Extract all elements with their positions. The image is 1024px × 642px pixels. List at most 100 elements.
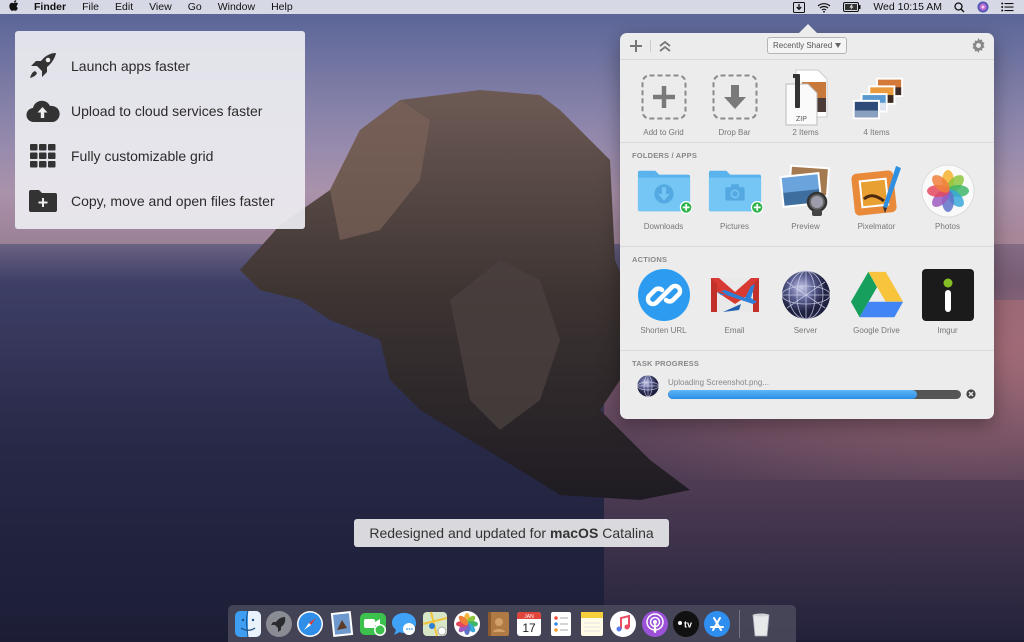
battery-icon[interactable] [843,1,861,13]
item-label: Shorten URL [640,326,687,335]
dock-trash[interactable] [746,608,777,639]
photos-icon [453,610,480,637]
grid-icon [15,143,71,168]
dock-maps[interactable] [420,608,451,639]
app-photos[interactable]: Photos [912,163,983,234]
notes-icon [580,611,603,636]
add-button[interactable] [630,40,642,52]
calendar-icon: JAN17 [517,611,542,636]
contacts-icon [488,611,510,636]
preview-app-icon [778,163,834,219]
action-imgur[interactable]: Imgur [912,267,983,338]
task-progress-fill [668,390,918,399]
app-store-icon [704,610,731,637]
dock-finder[interactable] [232,608,263,639]
caption-bold: macOS [550,525,599,541]
settings-gear-button[interactable] [971,38,986,53]
dock-podcasts[interactable] [639,608,670,639]
drop-bar-button[interactable]: Drop Bar [699,69,770,140]
server-globe-icon [778,267,834,323]
finder-icon [234,610,261,637]
dropzone-popover: Recently Shared Add to Grid Drop Bar ZIP… [620,24,994,419]
feature-launch-apps: Launch apps faster [15,43,305,88]
rocket-icon [15,52,71,80]
feature-text: Copy, move and open files faster [71,192,275,209]
spotlight-icon[interactable] [954,1,965,13]
drop-bar-icon [707,69,763,125]
menu-help[interactable]: Help [263,1,301,13]
item-label: 2 Items [792,128,819,137]
task-progress-bar [668,390,961,399]
dock-reminders[interactable] [545,608,576,639]
action-shorten-url[interactable]: Shorten URL [628,267,699,338]
task-row: Uploading Screenshot.png... [620,371,994,404]
item-label: 4 Items [863,128,890,137]
menu-file[interactable]: File [74,1,107,13]
siri-icon[interactable] [977,1,989,13]
caption-prefix: Redesigned and updated for [369,525,547,541]
menu-app-finder[interactable]: Finder [28,1,74,13]
add-to-grid-icon [636,69,692,125]
dropzone-icon[interactable] [793,1,806,13]
feature-text: Upload to cloud services faster [71,102,263,119]
action-google-drive[interactable]: Google Drive [841,267,912,338]
recently-shared-dropdown[interactable]: Recently Shared [767,37,848,54]
launchpad-icon [265,610,292,637]
caption-banner: Redesigned and updated for macOS Catalin… [354,519,669,547]
email-icon [707,267,763,323]
tv-label: tv [684,619,692,629]
toolbar-divider [650,40,651,52]
task-progress-section: TASK PROGRESS Uploading Screenshot.png..… [620,351,994,415]
menu-edit[interactable]: Edit [107,1,141,13]
close-icon [966,389,976,399]
app-pixelmator[interactable]: Pixelmator [841,163,912,234]
notification-center-icon[interactable] [1001,1,1014,13]
add-to-grid-button[interactable]: Add to Grid [628,69,699,140]
app-preview[interactable]: Preview [770,163,841,234]
menu-go[interactable]: Go [180,1,210,13]
calendar-day: 17 [523,621,537,635]
collapse-button[interactable] [659,40,671,52]
dock-messages[interactable] [388,608,419,639]
item-label: Preview [791,222,820,231]
menu-window[interactable]: Window [210,1,263,13]
trash-icon [752,613,770,636]
dropdown-label: Recently Shared [773,41,833,50]
menu-bar: Finder File Edit View Go Window Help Wed… [0,0,1024,14]
dock-safari[interactable] [295,608,326,639]
menubar-clock[interactable]: Wed 10:15 AM [873,1,942,13]
tv-icon: tv [672,610,699,637]
apple-menu-icon[interactable] [0,0,28,14]
folder-downloads[interactable]: Downloads [628,163,699,234]
cancel-task-button[interactable] [966,386,976,404]
dock-mail-preview[interactable] [326,608,357,639]
dock-music[interactable] [608,608,639,639]
dock: JAN 17 tv [228,605,796,642]
dock-facetime[interactable] [357,608,388,639]
dock-contacts[interactable] [482,608,513,639]
section-title: FOLDERS / APPS [632,151,698,160]
action-server[interactable]: Server [770,267,841,338]
dock-calendar[interactable]: JAN 17 [514,608,545,639]
item-label: Pictures [720,222,749,231]
features-panel: Launch apps faster Upload to cloud servi… [15,31,305,229]
feature-text: Fully customizable grid [71,147,214,164]
gear-icon [972,38,985,53]
dock-notes[interactable] [576,608,607,639]
feature-copy-move-files: Copy, move and open files faster [15,178,305,223]
feature-upload-cloud: Upload to cloud services faster [15,88,305,133]
wifi-icon[interactable] [817,1,831,13]
dock-tv[interactable]: tv [670,608,701,639]
action-email[interactable]: Email [699,267,770,338]
dock-photos[interactable] [451,608,482,639]
recent-photo-stack[interactable]: 4 Items [841,69,912,140]
task-progress-body: Uploading Screenshot.png... [668,378,961,399]
folder-pictures[interactable]: Pictures [699,163,770,234]
feature-custom-grid: Fully customizable grid [15,133,305,178]
dock-app-store[interactable] [701,608,732,639]
cloud-upload-icon [15,99,71,123]
menu-view[interactable]: View [141,1,180,13]
recent-zip-stack[interactable]: ZIP 2 Items [770,69,841,140]
dock-launchpad[interactable] [263,608,294,639]
calendar-month: JAN [525,614,535,620]
